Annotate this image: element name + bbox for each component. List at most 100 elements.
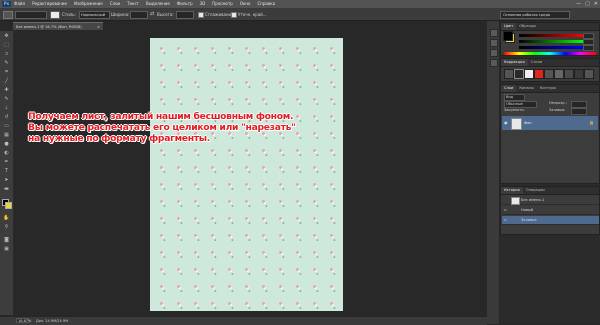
layer-row-background[interactable]: ◉ Фон 🔒 [502, 116, 598, 130]
antialias-label: Сглаживание [205, 12, 234, 17]
tab-adjustments[interactable]: Коррекция [501, 59, 528, 66]
tab-styles[interactable]: Стили [528, 59, 546, 66]
antialias-checkbox[interactable] [198, 12, 204, 18]
zoom-field[interactable]: 16.67% [16, 318, 31, 323]
adjust-icon-9[interactable] [584, 69, 594, 79]
menu-layers[interactable]: Слои [110, 1, 120, 7]
maximize-icon[interactable]: ▢ [585, 1, 590, 7]
tab-swatches[interactable]: Образцы [516, 23, 539, 30]
brush-panel-icon[interactable] [490, 49, 498, 57]
selection-mode-icon[interactable] [50, 11, 60, 19]
eye-icon[interactable]: ◉ [504, 120, 508, 125]
eyedropper-tool-icon[interactable]: ╱ [3, 78, 10, 84]
width-input[interactable] [130, 11, 148, 19]
tool-preset-dropdown[interactable] [15, 11, 47, 19]
eraser-tool-icon[interactable]: ▭ [3, 123, 10, 129]
tab-history[interactable]: История [501, 187, 523, 194]
document-canvas[interactable] [150, 38, 343, 311]
menu-window[interactable]: Окно [240, 1, 251, 7]
adjust-icon-4[interactable] [534, 69, 544, 79]
refine-edge-button[interactable]: Уточн. край... [238, 11, 267, 18]
workspace-select[interactable]: Основная рабочая среда [500, 11, 570, 19]
pen-tool-icon[interactable]: ✒ [3, 159, 10, 165]
adjust-icon-5[interactable] [544, 69, 554, 79]
history-item-selected[interactable]: ▫ Заливка [502, 216, 599, 225]
document-tab[interactable]: Без имени-1 @ 16.7% (Фон, RGB/8) × [13, 22, 103, 30]
adjust-icon-8[interactable] [574, 69, 584, 79]
hand-tool-icon[interactable]: ✋ [3, 215, 10, 221]
adjust-icon-2[interactable] [514, 69, 524, 79]
adjust-icon-7[interactable] [564, 69, 574, 79]
tab-paths[interactable]: Контуры [537, 85, 559, 92]
blue-value[interactable] [583, 45, 594, 51]
document-close-icon[interactable]: × [97, 23, 100, 31]
blue-slider[interactable] [519, 46, 583, 49]
tools-panel: ✥ ⬚ ↄ ✎ ⌗ ╱ ✚ ✎ ⊥ ↺ ▭ ▦ ● ◐ ✒ T ➤ ▬ ✋ ⚲ … [0, 31, 14, 315]
zoom-tool-icon[interactable]: ⚲ [3, 224, 10, 230]
type-tool-icon[interactable]: T [3, 168, 10, 174]
quick-select-tool-icon[interactable]: ✎ [3, 60, 10, 66]
blur-tool-icon[interactable]: ● [3, 141, 10, 147]
move-tool-icon[interactable]: ✥ [3, 33, 10, 39]
tab-color[interactable]: Цвет [501, 23, 517, 30]
menu-items: Файл Редактирование Изображение Слои Тек… [14, 1, 275, 7]
crop-tool-icon[interactable]: ⌗ [3, 69, 10, 75]
lasso-tool-icon[interactable]: ↄ [3, 51, 10, 57]
fill-label: Заливка: [549, 108, 566, 112]
history-panel-icon[interactable] [490, 29, 498, 37]
history-item[interactable]: ▫ Новый [502, 206, 599, 215]
adjust-icon-3[interactable] [524, 69, 534, 79]
refine-checkbox[interactable] [231, 12, 237, 18]
menu-file[interactable]: Файл [14, 1, 25, 7]
screen-mode-icon[interactable]: ▣ [3, 246, 10, 252]
dodge-tool-icon[interactable]: ◐ [3, 150, 10, 156]
green-slider[interactable] [519, 40, 583, 43]
close-icon[interactable]: ✕ [594, 1, 598, 7]
height-input[interactable] [176, 11, 194, 19]
shape-tool-icon[interactable]: ▬ [3, 186, 10, 192]
history-item[interactable]: Без имени-1 [502, 196, 599, 205]
path-select-tool-icon[interactable]: ➤ [3, 177, 10, 183]
color-ramp[interactable] [504, 52, 596, 55]
tab-layers[interactable]: Слои [501, 85, 517, 92]
menu-help[interactable]: Справка [257, 1, 275, 7]
lock-icon: 🔒 [589, 120, 594, 125]
color-foreground-swatch[interactable] [503, 31, 513, 41]
brush-tool-icon[interactable]: ✎ [3, 96, 10, 102]
annotation-text: Получаем лист, залитый нашим бесшовным ф… [28, 111, 296, 144]
menu-3d[interactable]: 3D [200, 1, 206, 7]
layers-panel: Слои Каналы Контуры Вид Обычные Непрозр.… [500, 84, 600, 184]
blend-mode-select[interactable]: Обычные [504, 101, 537, 108]
opacity-input[interactable] [571, 101, 587, 108]
menu-filter[interactable]: Фильтр [177, 1, 193, 7]
menu-select[interactable]: Выделение [146, 1, 170, 7]
fill-input[interactable] [571, 108, 587, 115]
character-panel-icon[interactable] [490, 59, 498, 67]
menu-type[interactable]: Текст [127, 1, 139, 7]
history-brush-tool-icon[interactable]: ↺ [3, 114, 10, 120]
swap-icon[interactable]: ⇄ [150, 11, 154, 18]
adjust-icon-1[interactable] [504, 69, 514, 79]
color-panel: Цвет Образцы [500, 22, 600, 56]
clone-stamp-tool-icon[interactable]: ⊥ [3, 105, 10, 111]
marquee-tool-icon[interactable]: ⬚ [3, 42, 10, 48]
tab-channels[interactable]: Каналы [516, 85, 536, 92]
tab-actions[interactable]: Операции [523, 187, 548, 194]
red-slider[interactable] [519, 34, 583, 37]
layer-name[interactable]: Фон [524, 116, 532, 130]
menu-edit[interactable]: Редактирование [32, 1, 67, 7]
healing-tool-icon[interactable]: ✚ [3, 87, 10, 93]
background-color-swatch[interactable] [5, 202, 12, 209]
options-bar: Стиль: Нормальный Ширина: ⇄ Высота: Сгла… [0, 9, 600, 21]
actions-panel-icon[interactable] [490, 39, 498, 47]
style-select[interactable]: Нормальный [79, 11, 110, 19]
quick-mask-icon[interactable]: ◙ [3, 237, 10, 243]
gradient-tool-icon[interactable]: ▦ [3, 132, 10, 138]
adjust-icon-6[interactable] [554, 69, 564, 79]
menu-view[interactable]: Просмотр [212, 1, 233, 7]
layer-filter-select[interactable]: Вид [504, 94, 525, 101]
marquee-tool-preset-icon[interactable] [3, 11, 13, 19]
minimize-icon[interactable]: — [576, 1, 581, 7]
lock-label: Закрепить: [504, 108, 525, 112]
menu-image[interactable]: Изображение [74, 1, 103, 7]
